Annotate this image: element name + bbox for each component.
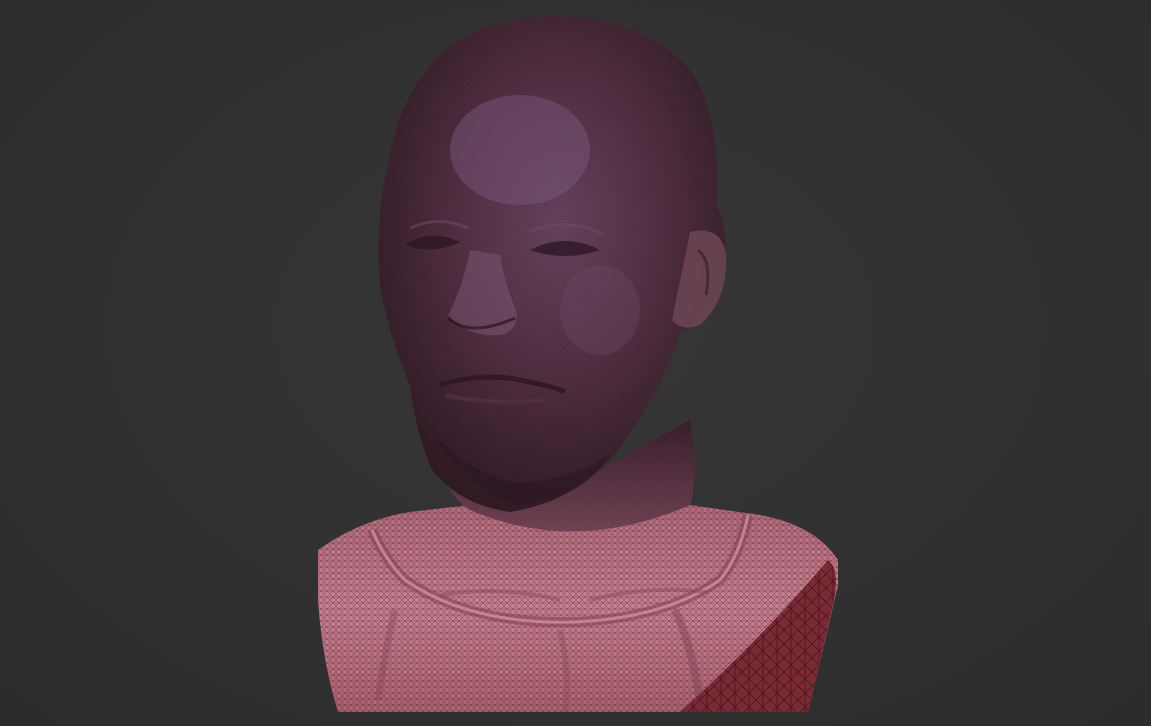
bust-mesh-model[interactable] — [0, 0, 1151, 726]
3d-viewport[interactable] — [0, 0, 1151, 726]
